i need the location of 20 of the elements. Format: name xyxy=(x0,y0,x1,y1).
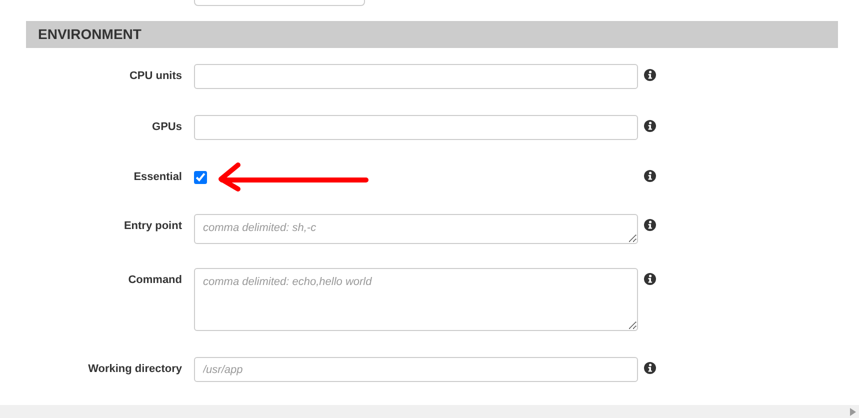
info-icon[interactable] xyxy=(644,362,656,374)
section-header: ENVIRONMENT xyxy=(26,21,838,48)
field-label: Working directory xyxy=(87,362,182,377)
field-label: GPUs xyxy=(151,120,182,135)
info-icon[interactable] xyxy=(644,69,656,81)
text-area[interactable]: comma delimited: echo,hello world xyxy=(194,268,638,331)
input-field[interactable] xyxy=(194,64,638,89)
scrollbar[interactable] xyxy=(0,405,859,418)
info-icon[interactable] xyxy=(644,120,656,132)
checkbox[interactable] xyxy=(194,171,207,184)
field-label: Essential xyxy=(132,170,182,185)
field-label: Entry point xyxy=(122,219,182,234)
field-label: CPU units xyxy=(128,69,182,84)
field-label: Command xyxy=(127,273,182,288)
info-icon[interactable] xyxy=(644,273,656,285)
input-field[interactable] xyxy=(194,115,638,140)
info-icon[interactable] xyxy=(644,170,656,182)
input-field[interactable] xyxy=(194,0,365,6)
info-icon[interactable] xyxy=(644,219,656,231)
text-area[interactable]: comma delimited: sh,-c xyxy=(194,214,638,244)
